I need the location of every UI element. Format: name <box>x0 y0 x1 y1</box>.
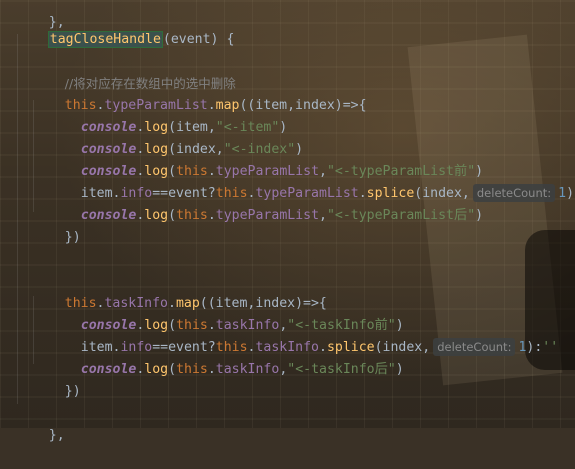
code-line[interactable]: //将对应存在数组中的选中删除 <box>33 51 236 91</box>
paren: ( <box>168 208 177 223</box>
method-name: log <box>144 362 169 377</box>
function-name-highlight[interactable]: tagCloseHandle <box>47 31 163 48</box>
code-line[interactable]: }) <box>33 359 81 399</box>
code-line[interactable]: console.log(this.typeParamList,"<-typePa… <box>49 139 483 179</box>
closing-brace: }, <box>48 428 65 443</box>
method-name: log <box>144 208 169 223</box>
string-literal: "<-typeParamList后" <box>326 208 476 223</box>
code-text: ): <box>566 186 575 201</box>
this-keyword: this <box>176 208 208 223</box>
property-name: taskInfo <box>215 362 280 377</box>
code-line[interactable]: }, <box>17 403 65 443</box>
console-object: console <box>80 208 137 223</box>
paren: ) <box>395 362 404 377</box>
comma: , <box>319 208 327 223</box>
code-line[interactable]: tagCloseHandle (event) { <box>16 7 234 48</box>
code-line[interactable]: item.info==event?this.typeParamList.spli… <box>49 161 575 202</box>
code-line[interactable]: console.log(this.taskInfo,"<-taskInfo后") <box>49 337 404 377</box>
property-name: typeParamList <box>215 208 320 223</box>
function-params: (event) { <box>162 32 235 47</box>
this-keyword: this <box>176 362 208 377</box>
paren: ( <box>168 362 177 377</box>
closing-bracket: }) <box>64 384 81 399</box>
parameter-hint: deleteCount: <box>433 338 516 356</box>
dot: . <box>207 208 216 223</box>
code-line[interactable]: console.log(this.taskInfo,"<-taskInfo前") <box>49 293 404 333</box>
code-line[interactable]: console.log(item,"<-item") <box>49 95 287 135</box>
string-literal: "<-taskInfo后" <box>287 362 396 377</box>
code-text: ): <box>526 340 543 355</box>
parameter-hint: deleteCount: <box>472 184 556 202</box>
dot: . <box>207 362 216 377</box>
code-line[interactable]: item.info==event?this.taskInfo.splice(in… <box>49 315 558 356</box>
code-line[interactable]: console.log(index,"<-index") <box>49 117 303 157</box>
code-editor[interactable]: }, tagCloseHandle (event) { //将对应存在数组中的选中… <box>0 0 575 443</box>
closing-bracket: }) <box>64 230 81 245</box>
string-literal: '' <box>542 340 559 355</box>
console-object: console <box>80 362 137 377</box>
code-line[interactable]: this.taskInfo.map((item,index)=>{ <box>33 271 327 311</box>
code-line[interactable]: this.typeParamList.map((item,index)=>{ <box>33 73 367 113</box>
number-literal: 1 <box>558 186 567 201</box>
code-line[interactable]: console.log(this.typeParamList,"<-typePa… <box>49 183 483 223</box>
code-line[interactable]: }) <box>33 205 81 245</box>
indent-guide <box>17 34 18 404</box>
paren: ) <box>475 208 484 223</box>
